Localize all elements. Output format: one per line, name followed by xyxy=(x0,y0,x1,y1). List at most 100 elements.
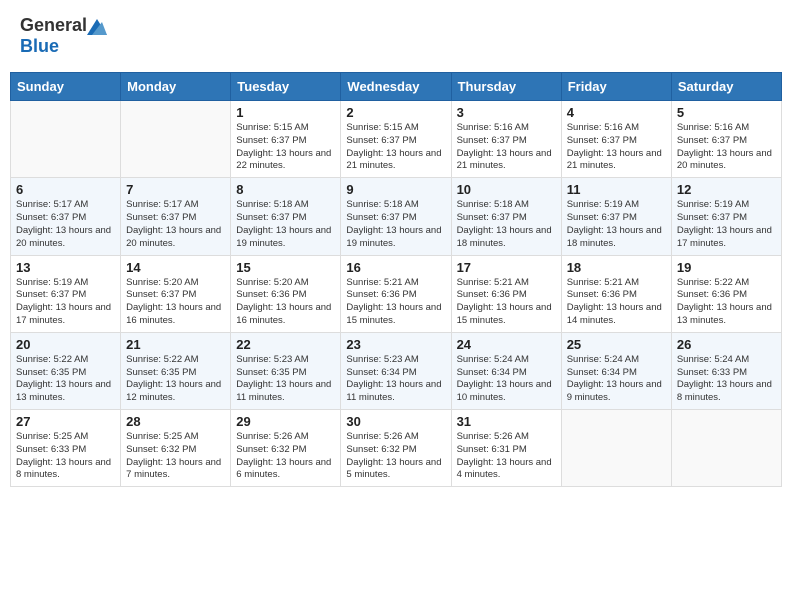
cell-content: Sunrise: 5:16 AMSunset: 6:37 PMDaylight:… xyxy=(457,122,556,173)
calendar-cell: 24Sunrise: 5:24 AMSunset: 6:34 PMDayligh… xyxy=(451,332,561,409)
day-number: 19 xyxy=(677,260,776,275)
calendar-cell: 10Sunrise: 5:18 AMSunset: 6:37 PMDayligh… xyxy=(451,178,561,255)
calendar-cell xyxy=(121,101,231,178)
day-number: 16 xyxy=(346,260,445,275)
calendar-header-row: SundayMondayTuesdayWednesdayThursdayFrid… xyxy=(11,73,782,101)
day-number: 23 xyxy=(346,337,445,352)
cell-content: Sunrise: 5:22 AMSunset: 6:36 PMDaylight:… xyxy=(677,277,776,328)
cell-content: Sunrise: 5:15 AMSunset: 6:37 PMDaylight:… xyxy=(236,122,335,173)
cell-content: Sunrise: 5:26 AMSunset: 6:31 PMDaylight:… xyxy=(457,431,556,482)
calendar-cell: 3 Sunrise: 5:16 AMSunset: 6:37 PMDaylight… xyxy=(451,101,561,178)
cell-content: Sunrise: 5:22 AMSunset: 6:35 PMDaylight:… xyxy=(126,354,225,405)
calendar-cell: 8 Sunrise: 5:18 AMSunset: 6:37 PMDaylight… xyxy=(231,178,341,255)
cell-content: Sunrise: 5:20 AMSunset: 6:37 PMDaylight:… xyxy=(126,277,225,328)
calendar-cell: 11Sunrise: 5:19 AMSunset: 6:37 PMDayligh… xyxy=(561,178,671,255)
col-header-wednesday: Wednesday xyxy=(341,73,451,101)
day-number: 26 xyxy=(677,337,776,352)
calendar-cell: 26 Sunrise: 5:24 AMSunset: 6:33 PMDayligh… xyxy=(671,332,781,409)
day-number: 1 xyxy=(236,105,335,120)
calendar-cell: 17 Sunrise: 5:21 AMSunset: 6:36 PMDayligh… xyxy=(451,255,561,332)
logo: GeneralBlue xyxy=(20,15,107,57)
col-header-saturday: Saturday xyxy=(671,73,781,101)
calendar-cell: 9 Sunrise: 5:18 AMSunset: 6:37 PMDaylight… xyxy=(341,178,451,255)
cell-content: Sunrise: 5:22 AMSunset: 6:35 PMDaylight:… xyxy=(16,354,115,405)
calendar-cell: 22 Sunrise: 5:23 AMSunset: 6:35 PMDayligh… xyxy=(231,332,341,409)
calendar-cell: 7 Sunrise: 5:17 AMSunset: 6:37 PMDaylight… xyxy=(121,178,231,255)
cell-content: Sunrise: 5:25 AMSunset: 6:33 PMDaylight:… xyxy=(16,431,115,482)
calendar-cell: 29 Sunrise: 5:26 AMSunset: 6:32 PMDayligh… xyxy=(231,410,341,487)
cell-content: Sunrise: 5:17 AMSunset: 6:37 PMDaylight:… xyxy=(126,199,225,250)
calendar-cell xyxy=(11,101,121,178)
cell-content: Sunrise: 5:23 AMSunset: 6:35 PMDaylight:… xyxy=(236,354,335,405)
col-header-friday: Friday xyxy=(561,73,671,101)
calendar-cell: 5Sunrise: 5:16 AMSunset: 6:37 PMDaylight… xyxy=(671,101,781,178)
cell-content: Sunrise: 5:15 AMSunset: 6:37 PMDaylight:… xyxy=(346,122,445,173)
calendar-cell: 27 Sunrise: 5:25 AMSunset: 6:33 PMDayligh… xyxy=(11,410,121,487)
day-number: 20 xyxy=(16,337,115,352)
calendar-cell: 21Sunrise: 5:22 AMSunset: 6:35 PMDayligh… xyxy=(121,332,231,409)
day-number: 27 xyxy=(16,414,115,429)
day-number: 9 xyxy=(346,182,445,197)
cell-content: Sunrise: 5:25 AMSunset: 6:32 PMDaylight:… xyxy=(126,431,225,482)
day-number: 4 xyxy=(567,105,666,120)
calendar-cell: 20 Sunrise: 5:22 AMSunset: 6:35 PMDayligh… xyxy=(11,332,121,409)
day-number: 25 xyxy=(567,337,666,352)
calendar-cell: 14 Sunrise: 5:20 AMSunset: 6:37 PMDayligh… xyxy=(121,255,231,332)
calendar-cell: 13 Sunrise: 5:19 AMSunset: 6:37 PMDayligh… xyxy=(11,255,121,332)
cell-content: Sunrise: 5:21 AMSunset: 6:36 PMDaylight:… xyxy=(567,277,666,328)
calendar-cell: 6 Sunrise: 5:17 AMSunset: 6:37 PMDaylight… xyxy=(11,178,121,255)
col-header-tuesday: Tuesday xyxy=(231,73,341,101)
calendar-cell: 15 Sunrise: 5:20 AMSunset: 6:36 PMDayligh… xyxy=(231,255,341,332)
day-number: 11 xyxy=(567,182,666,197)
calendar-cell: 28Sunrise: 5:25 AMSunset: 6:32 PMDayligh… xyxy=(121,410,231,487)
cell-content: Sunrise: 5:24 AMSunset: 6:33 PMDaylight:… xyxy=(677,354,776,405)
calendar-cell: 4 Sunrise: 5:16 AMSunset: 6:37 PMDaylight… xyxy=(561,101,671,178)
day-number: 7 xyxy=(126,182,225,197)
day-number: 22 xyxy=(236,337,335,352)
cell-content: Sunrise: 5:18 AMSunset: 6:37 PMDaylight:… xyxy=(346,199,445,250)
cell-content: Sunrise: 5:18 AMSunset: 6:37 PMDaylight:… xyxy=(236,199,335,250)
col-header-monday: Monday xyxy=(121,73,231,101)
calendar-cell: 31 Sunrise: 5:26 AMSunset: 6:31 PMDayligh… xyxy=(451,410,561,487)
cell-content: Sunrise: 5:17 AMSunset: 6:37 PMDaylight:… xyxy=(16,199,115,250)
day-number: 18 xyxy=(567,260,666,275)
day-number: 24 xyxy=(457,337,556,352)
calendar-cell xyxy=(671,410,781,487)
day-number: 5 xyxy=(677,105,776,120)
cell-content: Sunrise: 5:21 AMSunset: 6:36 PMDaylight:… xyxy=(346,277,445,328)
logo-text-blue: Blue xyxy=(20,36,59,57)
calendar-cell: 25 Sunrise: 5:24 AMSunset: 6:34 PMDayligh… xyxy=(561,332,671,409)
day-number: 15 xyxy=(236,260,335,275)
day-number: 2 xyxy=(346,105,445,120)
calendar-week-row: 20 Sunrise: 5:22 AMSunset: 6:35 PMDayligh… xyxy=(11,332,782,409)
cell-content: Sunrise: 5:16 AMSunset: 6:37 PMDaylight:… xyxy=(567,122,666,173)
cell-content: Sunrise: 5:24 AMSunset: 6:34 PMDaylight:… xyxy=(567,354,666,405)
day-number: 30 xyxy=(346,414,445,429)
day-number: 6 xyxy=(16,182,115,197)
day-number: 3 xyxy=(457,105,556,120)
cell-content: Sunrise: 5:26 AMSunset: 6:32 PMDaylight:… xyxy=(346,431,445,482)
day-number: 8 xyxy=(236,182,335,197)
day-number: 31 xyxy=(457,414,556,429)
page-header: GeneralBlue xyxy=(10,10,782,62)
day-number: 29 xyxy=(236,414,335,429)
cell-content: Sunrise: 5:20 AMSunset: 6:36 PMDaylight:… xyxy=(236,277,335,328)
logo-icon xyxy=(87,17,107,35)
day-number: 13 xyxy=(16,260,115,275)
day-number: 17 xyxy=(457,260,556,275)
calendar-week-row: 13 Sunrise: 5:19 AMSunset: 6:37 PMDayligh… xyxy=(11,255,782,332)
cell-content: Sunrise: 5:21 AMSunset: 6:36 PMDaylight:… xyxy=(457,277,556,328)
calendar-cell: 18 Sunrise: 5:21 AMSunset: 6:36 PMDayligh… xyxy=(561,255,671,332)
cell-content: Sunrise: 5:23 AMSunset: 6:34 PMDaylight:… xyxy=(346,354,445,405)
day-number: 10 xyxy=(457,182,556,197)
calendar-cell: 19 Sunrise: 5:22 AMSunset: 6:36 PMDayligh… xyxy=(671,255,781,332)
day-number: 14 xyxy=(126,260,225,275)
calendar-cell: 2 Sunrise: 5:15 AMSunset: 6:37 PMDaylight… xyxy=(341,101,451,178)
calendar-week-row: 1 Sunrise: 5:15 AMSunset: 6:37 PMDaylight… xyxy=(11,101,782,178)
day-number: 12 xyxy=(677,182,776,197)
cell-content: Sunrise: 5:26 AMSunset: 6:32 PMDaylight:… xyxy=(236,431,335,482)
calendar-cell: 23 Sunrise: 5:23 AMSunset: 6:34 PMDayligh… xyxy=(341,332,451,409)
calendar-cell: 16 Sunrise: 5:21 AMSunset: 6:36 PMDayligh… xyxy=(341,255,451,332)
cell-content: Sunrise: 5:19 AMSunset: 6:37 PMDaylight:… xyxy=(16,277,115,328)
calendar-cell: 30 Sunrise: 5:26 AMSunset: 6:32 PMDayligh… xyxy=(341,410,451,487)
